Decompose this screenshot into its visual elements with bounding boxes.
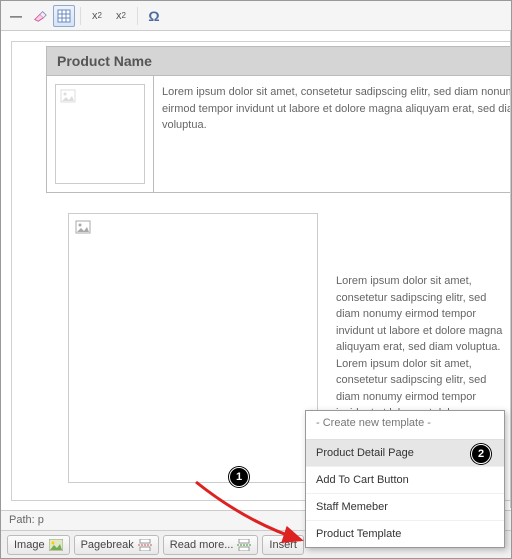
image-button[interactable]: Image: [7, 535, 70, 555]
template-dropdown: - Create new template - Product Detail P…: [305, 410, 505, 548]
subscript-icon[interactable]: x2: [86, 5, 108, 27]
picture-icon: [49, 539, 63, 551]
superscript-icon[interactable]: x2: [110, 5, 132, 27]
readmore-icon: [237, 539, 251, 551]
product-heading: Product Name: [47, 47, 511, 76]
separator: [80, 7, 81, 25]
image-placeholder-large-icon: [68, 213, 318, 483]
separator: [137, 7, 138, 25]
path-display: Path: p: [9, 514, 44, 526]
readmore-button[interactable]: Read more...: [163, 535, 259, 555]
insert-button[interactable]: Insert: [262, 535, 304, 555]
hr-icon[interactable]: —: [5, 5, 27, 27]
product-table: Product Name Lorem ipsum dolor sit amet,…: [46, 46, 510, 193]
pagebreak-button[interactable]: Pagebreak: [74, 535, 159, 555]
dropdown-item-staff[interactable]: Staff Memeber: [306, 493, 504, 520]
annotation-badge-2: 2: [471, 444, 491, 464]
product-desc: Lorem ipsum dolor sit amet, consetetur s…: [154, 76, 511, 193]
special-char-icon[interactable]: Ω: [143, 5, 165, 27]
dropdown-item-product-template[interactable]: Product Template: [306, 520, 504, 547]
guidelines-icon[interactable]: [53, 5, 75, 27]
dropdown-header: - Create new template -: [306, 411, 504, 440]
dropdown-item-add-to-cart[interactable]: Add To Cart Button: [306, 466, 504, 493]
annotation-badge-1: 1: [229, 467, 249, 487]
eraser-icon[interactable]: [29, 5, 51, 27]
pagebreak-icon: [138, 539, 152, 551]
editor-toolbar: — x2 x2 Ω: [1, 1, 511, 31]
image-placeholder-icon: [55, 84, 145, 184]
